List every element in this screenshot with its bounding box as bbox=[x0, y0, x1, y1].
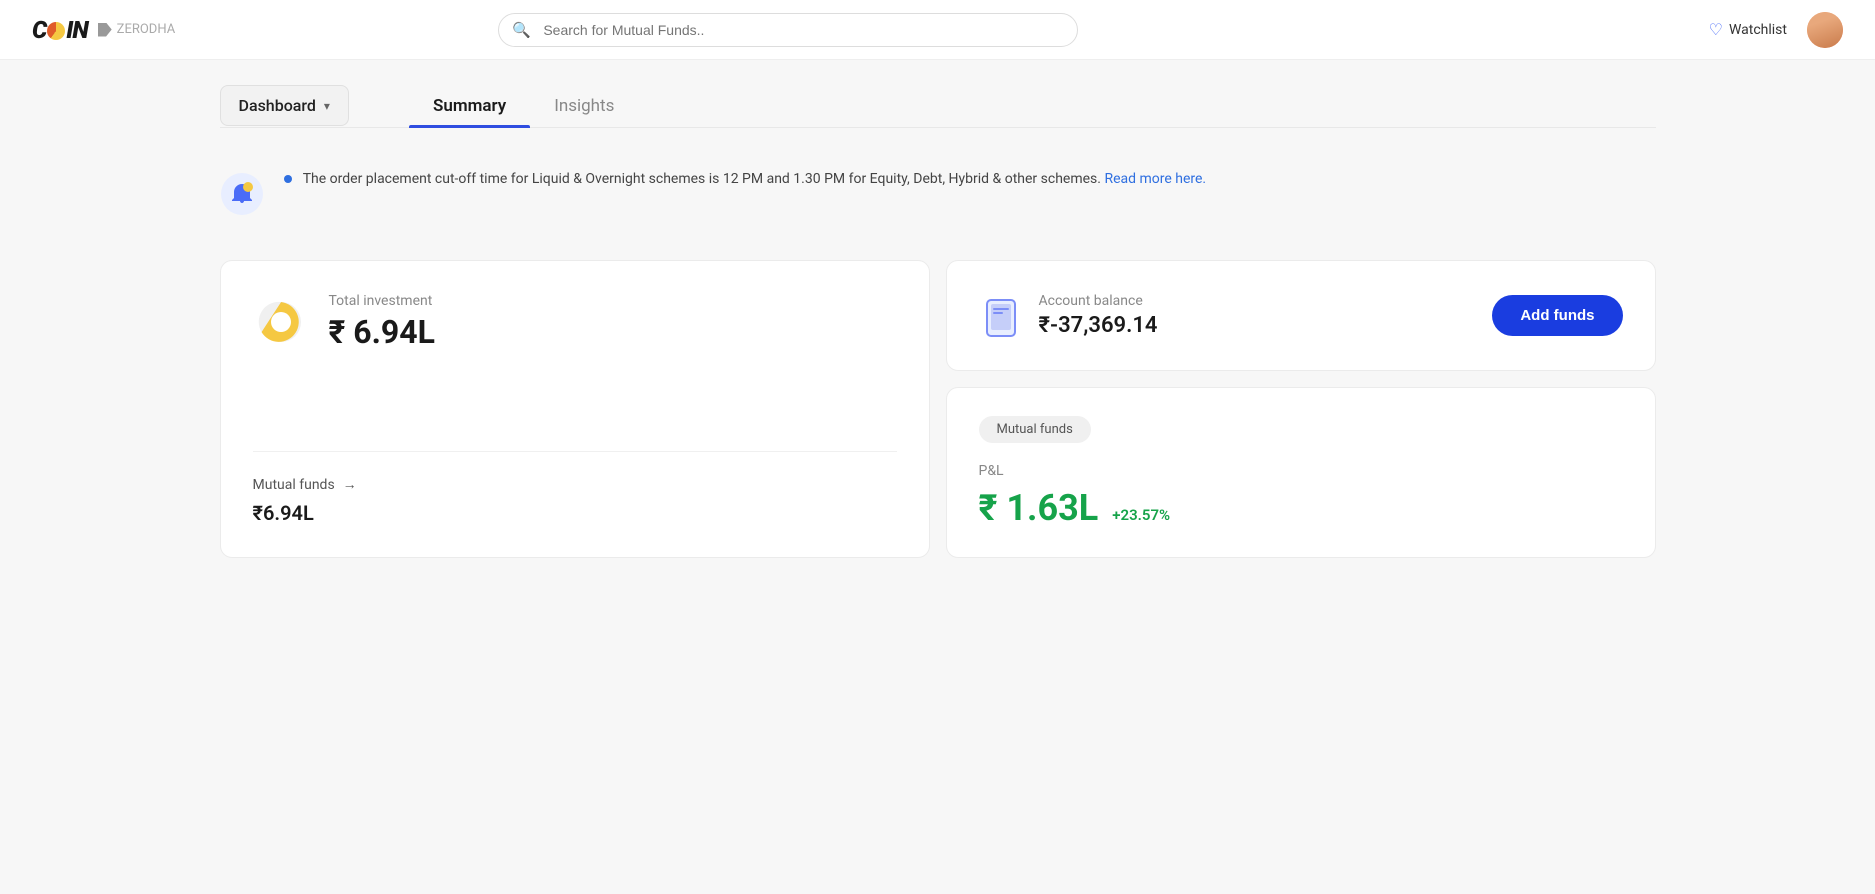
zerodha-icon bbox=[98, 23, 112, 37]
account-info: Account balance ₹-37,369.14 bbox=[1039, 293, 1158, 338]
chevron-down-icon: ▾ bbox=[324, 99, 330, 113]
main-content: Dashboard ▾ Summary Insights The order p… bbox=[188, 60, 1688, 558]
search-bar: 🔍 bbox=[498, 13, 1078, 47]
logo-area: CIN ZERODHA bbox=[32, 16, 175, 44]
search-input[interactable] bbox=[498, 13, 1078, 47]
coin-logo: CIN bbox=[32, 16, 88, 44]
dashboard-label: Dashboard bbox=[239, 96, 316, 115]
investment-header-row: Total investment ₹ 6.94L bbox=[253, 293, 897, 351]
notification-link[interactable]: Read more here. bbox=[1104, 171, 1206, 187]
investment-card: Total investment ₹ 6.94L Mutual funds → … bbox=[220, 260, 930, 558]
heart-icon: ♡ bbox=[1709, 20, 1723, 39]
notification-message: The order placement cut-off time for Liq… bbox=[303, 171, 1101, 187]
account-amount: ₹-37,369.14 bbox=[1039, 313, 1158, 338]
zerodha-label: ZERODHA bbox=[117, 22, 176, 37]
watchlist-button[interactable]: ♡ Watchlist bbox=[1709, 20, 1787, 39]
avatar-image bbox=[1807, 12, 1843, 48]
zerodha-logo: ZERODHA bbox=[98, 22, 176, 37]
header: CIN ZERODHA 🔍 ♡ Watchlist bbox=[0, 0, 1875, 60]
pnl-label: P&L bbox=[979, 463, 1623, 479]
account-label: Account balance bbox=[1039, 293, 1158, 309]
account-icon bbox=[979, 294, 1023, 338]
investment-section: Total investment ₹ 6.94L bbox=[253, 293, 897, 427]
account-left: Account balance ₹-37,369.14 bbox=[979, 293, 1158, 338]
pnl-card: Mutual funds P&L ₹ 1.63L +23.57% bbox=[946, 387, 1656, 558]
pnl-percent: +23.57% bbox=[1112, 506, 1170, 524]
summary-tab-label: Summary bbox=[433, 96, 506, 116]
notification-banner: The order placement cut-off time for Liq… bbox=[220, 160, 1656, 228]
mutual-funds-link-row: Mutual funds → bbox=[253, 476, 897, 493]
mutual-funds-link[interactable]: Mutual funds bbox=[253, 477, 335, 493]
tab-insights[interactable]: Insights bbox=[530, 84, 638, 128]
tab-summary[interactable]: Summary bbox=[409, 84, 530, 128]
bullet-icon bbox=[284, 175, 292, 183]
tabs-row: Dashboard ▾ Summary Insights bbox=[220, 60, 1656, 128]
cards-grid: Total investment ₹ 6.94L Mutual funds → … bbox=[220, 260, 1656, 558]
mutual-funds-amount: ₹6.94L bbox=[253, 501, 897, 525]
dashboard-dropdown[interactable]: Dashboard ▾ bbox=[220, 85, 349, 126]
mutual-funds-badge: Mutual funds bbox=[979, 416, 1091, 443]
add-funds-button[interactable]: Add funds bbox=[1492, 295, 1622, 336]
notification-text: The order placement cut-off time for Liq… bbox=[284, 168, 1207, 190]
investment-amount: ₹ 6.94L bbox=[329, 313, 435, 351]
bell-icon bbox=[220, 172, 264, 220]
investment-label-group: Total investment ₹ 6.94L bbox=[329, 293, 435, 351]
pie-chart-icon bbox=[253, 294, 309, 350]
pnl-amount: ₹ 1.63L bbox=[979, 487, 1099, 529]
header-right: ♡ Watchlist bbox=[1709, 12, 1843, 48]
avatar[interactable] bbox=[1807, 12, 1843, 48]
arrow-right-icon: → bbox=[343, 476, 357, 493]
insights-tab-label: Insights bbox=[554, 96, 614, 116]
search-icon: 🔍 bbox=[512, 21, 531, 39]
investment-label: Total investment bbox=[329, 293, 435, 309]
account-balance-card: Account balance ₹-37,369.14 Add funds bbox=[946, 260, 1656, 371]
mutual-funds-section: Mutual funds → ₹6.94L bbox=[253, 476, 897, 525]
pnl-amount-row: ₹ 1.63L +23.57% bbox=[979, 487, 1623, 529]
watchlist-label: Watchlist bbox=[1729, 22, 1787, 38]
divider bbox=[253, 451, 897, 452]
